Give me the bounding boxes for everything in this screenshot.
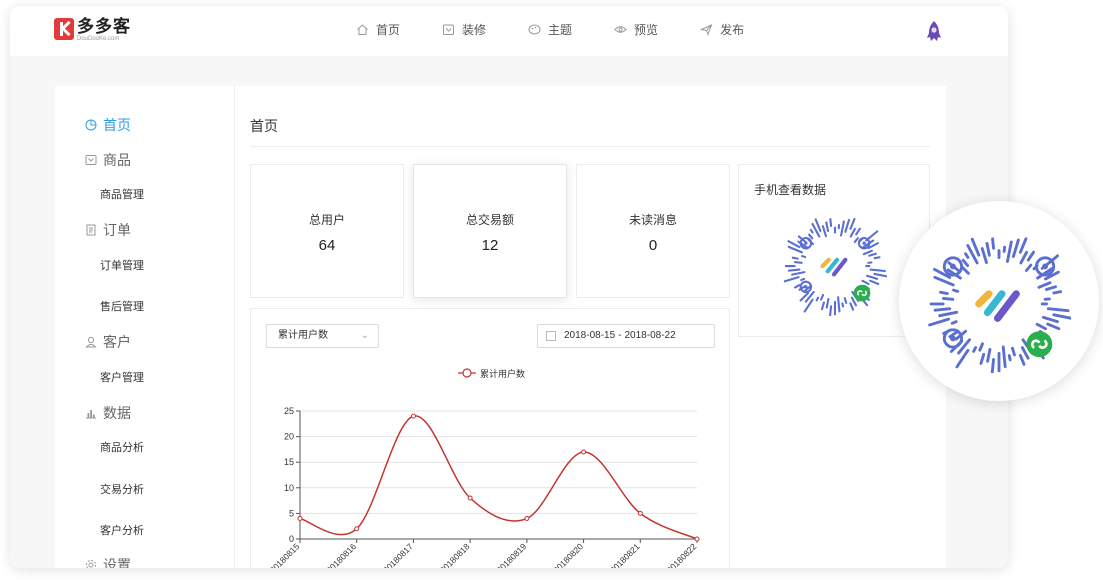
nav-theme-label: 主题: [548, 23, 573, 37]
x-tick-label: 20180822: [665, 541, 699, 568]
data-point: [581, 449, 587, 455]
mini-program-code-icon[interactable]: [783, 212, 887, 316]
stat-label: 未读消息: [628, 213, 677, 227]
nav-preview[interactable]: 预览: [614, 21, 658, 38]
nav-decorate-label: 装修: [462, 23, 487, 37]
pie-chart-icon: [85, 119, 97, 131]
sidebar-item-goods-manage[interactable]: 商品管理: [100, 186, 144, 202]
send-icon: [699, 23, 713, 36]
sidebar-item-home-label: 首页: [103, 117, 131, 133]
logo[interactable]: 多多客 DouDooKe.com: [54, 18, 131, 42]
y-tick-label: 15: [284, 457, 294, 467]
y-tick-label: 5: [289, 508, 294, 518]
sidebar-item-data-label: 数据: [103, 405, 131, 421]
data-point: [297, 516, 303, 522]
sidebar-item-settings-label: 设置: [103, 557, 131, 568]
legend-label: 累计用户数: [480, 368, 525, 379]
x-tick-label: 20180815: [268, 541, 302, 568]
sidebar-item-goods-analysis[interactable]: 商品分析: [100, 439, 144, 455]
x-tick-label: 20180819: [494, 541, 528, 568]
sidebar-item-trade-analysis[interactable]: 交易分析: [100, 481, 144, 497]
document-icon: [85, 224, 97, 236]
logo-mark-icon: [54, 18, 74, 40]
nav-theme[interactable]: 主题: [528, 21, 572, 38]
sidebar-item-goods-label: 商品: [103, 152, 131, 168]
nav-publish[interactable]: 发布: [699, 21, 745, 38]
divider: [250, 146, 930, 147]
stat-card-total-users[interactable]: 总用户 64: [250, 164, 404, 298]
stat-label: 总用户: [308, 213, 345, 227]
sidebar-item-after-sales[interactable]: 售后管理: [100, 298, 144, 314]
bar-chart-icon: [85, 407, 97, 419]
y-tick-label: 20: [284, 432, 294, 442]
sidebar: 首页 商品 商品管理 订单 订单管理 售后管理 客户 客户管理 数据 商品分析 …: [55, 86, 235, 568]
qr-popup: [899, 201, 1099, 401]
legend-marker: [462, 368, 472, 378]
stat-card-unread-messages[interactable]: 未读消息 0: [576, 164, 730, 298]
qr-card-title: 手机查看数据: [754, 183, 827, 197]
sidebar-item-order-manage[interactable]: 订单管理: [100, 257, 144, 273]
sidebar-item-customer-manage[interactable]: 客户管理: [100, 369, 144, 385]
main-nav: 首页 装修 主题 预览 发布: [356, 21, 786, 38]
chart-card: 累计用户数 ⌄ 2018-08-15 - 2018-08-22 累计用户数 0 5 1…: [250, 308, 730, 568]
data-point: [354, 526, 360, 532]
sidebar-item-goods[interactable]: 商品: [85, 150, 131, 170]
sidebar-item-customer-analysis[interactable]: 客户分析: [100, 522, 144, 538]
eye-icon: [614, 23, 627, 36]
sidebar-item-orders-label: 订单: [103, 222, 131, 238]
x-tick-label: 20180821: [608, 541, 642, 568]
nav-preview-label: 预览: [634, 23, 659, 37]
mini-program-code-large-icon[interactable]: [927, 229, 1071, 373]
home-icon: [356, 23, 369, 36]
nav-home[interactable]: 首页: [356, 21, 400, 38]
page-title: 首页: [250, 118, 278, 134]
x-tick-label: 20180818: [438, 541, 472, 568]
data-point: [694, 536, 700, 542]
sidebar-item-customers-label: 客户: [103, 334, 131, 350]
y-tick-label: 10: [284, 483, 294, 493]
sidebar-item-home[interactable]: 首页: [85, 115, 131, 135]
sidebar-item-orders[interactable]: 订单: [85, 220, 131, 240]
app-window: 多多客 DouDooKe.com 首页 装修 主题 预览 发布 首页 商品 商品…: [10, 6, 1008, 568]
stat-value: 64: [318, 237, 336, 254]
x-tick-label: 20180816: [324, 541, 358, 568]
series-line: [299, 415, 698, 540]
sidebar-item-settings[interactable]: 设置: [85, 555, 131, 568]
nav-publish-label: 发布: [720, 23, 745, 37]
nav-decorate[interactable]: 装修: [442, 21, 486, 38]
data-point: [467, 495, 473, 501]
palette-icon: [528, 23, 541, 36]
stat-label: 总交易额: [465, 213, 514, 227]
top-navbar: 多多客 DouDooKe.com 首页 装修 主题 预览 发布: [10, 6, 1008, 56]
data-point: [410, 413, 416, 419]
stat-card-total-trade[interactable]: 总交易额 12: [413, 164, 567, 298]
inbox-icon: [442, 23, 455, 36]
data-point: [637, 510, 643, 516]
logo-domain: DouDooKe.com: [77, 36, 120, 42]
user-avatar[interactable]: [923, 20, 945, 42]
data-point: [524, 516, 530, 522]
sidebar-item-customers[interactable]: 客户: [85, 332, 131, 352]
stat-value: 0: [648, 237, 658, 254]
line-chart: 累计用户数051015202520180815 20180816 20180817 2…: [268, 368, 700, 568]
box-icon: [85, 154, 97, 166]
gear-icon: [85, 559, 97, 568]
user-icon: [85, 336, 97, 348]
y-tick-label: 25: [284, 406, 294, 416]
x-tick-label: 20180817: [381, 541, 415, 568]
nav-home-label: 首页: [376, 23, 401, 37]
logo-name: 多多客: [77, 17, 131, 36]
sidebar-item-data[interactable]: 数据: [85, 403, 131, 423]
main-panel: 首页 商品 商品管理 订单 订单管理 售后管理 客户 客户管理 数据 商品分析 …: [55, 86, 946, 568]
x-tick-label: 20180820: [551, 541, 585, 568]
stat-value: 12: [481, 237, 499, 254]
